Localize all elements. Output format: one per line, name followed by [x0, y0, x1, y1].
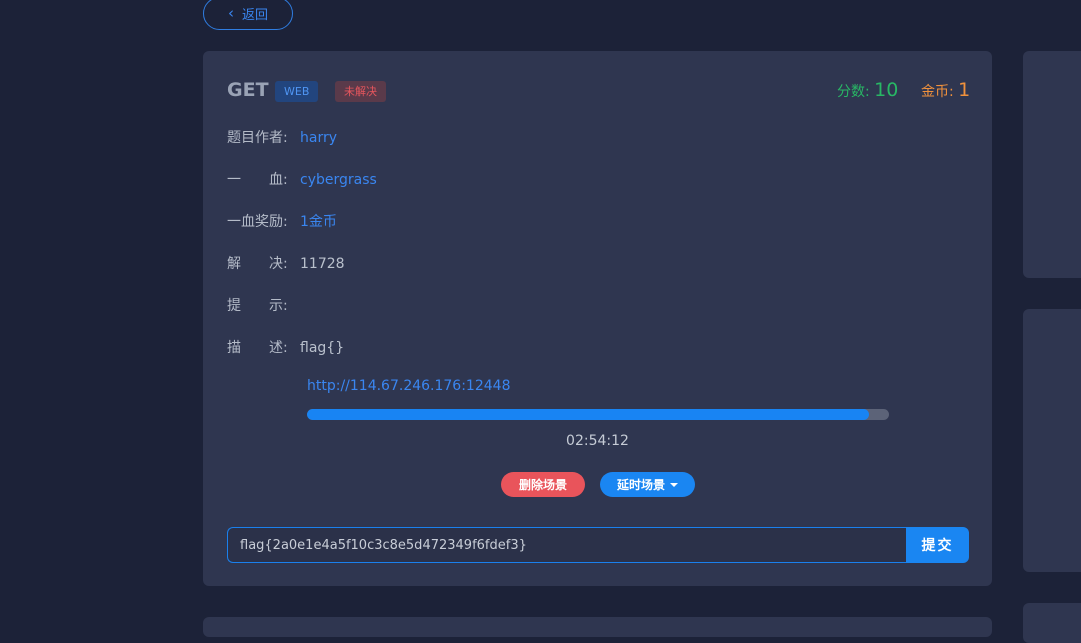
submit-button[interactable]: 提交 — [906, 527, 969, 563]
description-value: flag{} — [300, 340, 345, 356]
category-badge: WEB — [275, 81, 319, 102]
coin-label: 金币: — [921, 84, 954, 100]
side-panel-middle — [1023, 309, 1081, 572]
coin-value: 1 — [958, 79, 971, 101]
submit-button-label: 提交 — [921, 538, 954, 554]
solves-label: 解 决: — [227, 256, 288, 272]
score-value: 10 — [874, 79, 899, 101]
extend-scene-dropdown-button[interactable]: 延时场景 — [600, 472, 695, 497]
caret-down-icon — [670, 482, 678, 487]
side-panel-bottom — [1023, 603, 1081, 643]
author-link[interactable]: harry — [300, 130, 337, 146]
reward-row: 一血奖励: 1金币 — [227, 211, 337, 231]
hint-label: 提 示: — [227, 298, 288, 314]
flag-input[interactable] — [227, 527, 907, 563]
first-blood-link[interactable]: cybergrass — [300, 172, 377, 188]
coin-display: 金币: 1 — [921, 79, 970, 101]
score-display: 分数: 10 — [837, 79, 898, 101]
back-button-label: 返回 — [241, 8, 268, 23]
challenge-card: GET WEB 未解决 分数: 10 金币: 1 题目作者: harry 一 血:… — [203, 51, 992, 586]
first-blood-row: 一 血: cybergrass — [227, 169, 377, 189]
progress-fill — [307, 409, 869, 420]
score-label: 分数: — [837, 84, 870, 100]
delete-scene-label: 删除场景 — [518, 478, 567, 492]
reward-label: 一血奖励: — [227, 214, 288, 230]
scene-timer: 02:54:12 — [566, 433, 629, 449]
chevron-left-icon: ‹ — [227, 4, 234, 22]
next-challenge-card — [203, 617, 992, 637]
scene-url-link[interactable]: http://114.67.246.176:12448 — [307, 378, 510, 394]
scene-time-progress-bar — [307, 409, 889, 420]
reward-value: 1金币 — [300, 214, 337, 230]
back-button[interactable]: ‹ 返回 — [203, 0, 293, 30]
challenge-title: GET — [227, 79, 269, 101]
status-badge: 未解决 — [335, 81, 386, 102]
side-panel-top — [1023, 51, 1081, 278]
author-label: 题目作者: — [227, 130, 288, 146]
hint-row: 提 示: — [227, 295, 300, 315]
first-blood-label: 一 血: — [227, 172, 288, 188]
description-label: 描 述: — [227, 340, 288, 356]
author-row: 题目作者: harry — [227, 127, 337, 147]
delete-scene-button[interactable]: 删除场景 — [501, 472, 585, 497]
solves-value: 11728 — [300, 256, 345, 272]
description-row: 描 述: flag{} — [227, 337, 344, 357]
extend-scene-label: 延时场景 — [616, 478, 665, 492]
solves-row: 解 决: 11728 — [227, 253, 345, 273]
